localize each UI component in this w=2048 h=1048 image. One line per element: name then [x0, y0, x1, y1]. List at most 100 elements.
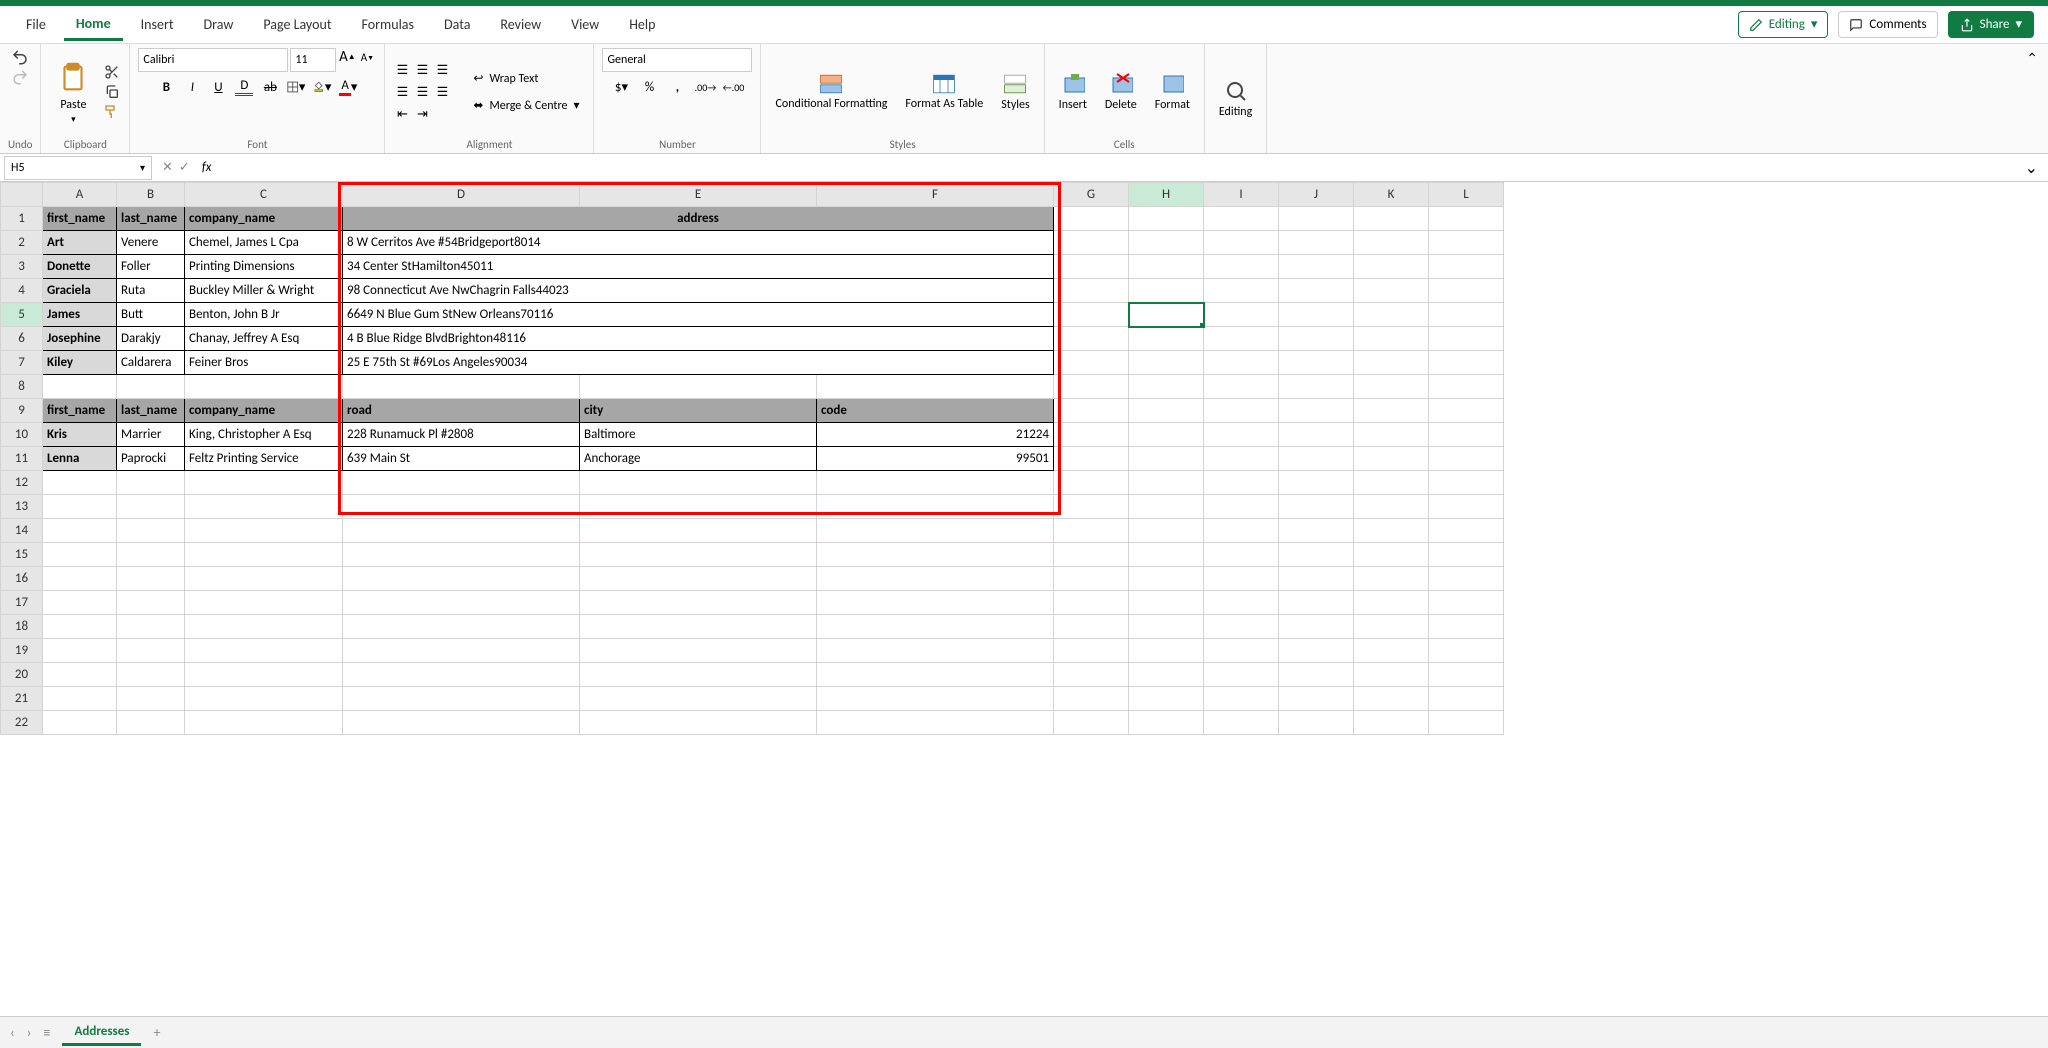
cell-A13[interactable]: [43, 495, 117, 519]
cell-H18[interactable]: [1129, 615, 1204, 639]
cell-L20[interactable]: [1429, 663, 1504, 687]
cell-A17[interactable]: [43, 591, 117, 615]
cell-I10[interactable]: [1204, 423, 1279, 447]
column-header-B[interactable]: B: [117, 183, 185, 207]
tab-formulas[interactable]: Formulas: [350, 10, 426, 39]
column-header-L[interactable]: L: [1429, 183, 1504, 207]
cell-L19[interactable]: [1429, 639, 1504, 663]
number-format-select[interactable]: [602, 48, 752, 72]
cell-L5[interactable]: [1429, 303, 1504, 327]
enter-formula-button[interactable]: ✓: [179, 160, 190, 175]
cell-C4[interactable]: Buckley Miller & Wright: [185, 279, 343, 303]
column-header-I[interactable]: I: [1204, 183, 1279, 207]
cancel-formula-button[interactable]: ✕: [162, 160, 173, 175]
cell-C22[interactable]: [185, 711, 343, 735]
cell-H4[interactable]: [1129, 279, 1204, 303]
increase-indent-button[interactable]: ⇥: [413, 105, 431, 123]
cell-F13[interactable]: [817, 495, 1054, 519]
cell-F11[interactable]: 99501: [817, 447, 1054, 471]
column-header-A[interactable]: A: [43, 183, 117, 207]
cell-H10[interactable]: [1129, 423, 1204, 447]
bold-button[interactable]: B: [157, 78, 175, 96]
cell-C1[interactable]: company_name: [185, 207, 343, 231]
cell-A22[interactable]: [43, 711, 117, 735]
merge-center-button[interactable]: ⬌Merge & Centre▾: [467, 96, 585, 115]
cell-D22[interactable]: [343, 711, 580, 735]
cell-J3[interactable]: [1279, 255, 1354, 279]
row-header-15[interactable]: 15: [1, 543, 43, 567]
cell-K12[interactable]: [1354, 471, 1429, 495]
cell-J11[interactable]: [1279, 447, 1354, 471]
row-header-8[interactable]: 8: [1, 375, 43, 399]
cell-B13[interactable]: [117, 495, 185, 519]
cell-L6[interactable]: [1429, 327, 1504, 351]
cell-F10[interactable]: 21224: [817, 423, 1054, 447]
cell-H9[interactable]: [1129, 399, 1204, 423]
cell-L17[interactable]: [1429, 591, 1504, 615]
borders-button[interactable]: ▾: [287, 78, 305, 96]
cell-J19[interactable]: [1279, 639, 1354, 663]
cell-H6[interactable]: [1129, 327, 1204, 351]
cell-G13[interactable]: [1054, 495, 1129, 519]
cell-E8[interactable]: [580, 375, 817, 399]
cell-K19[interactable]: [1354, 639, 1429, 663]
cell-H3[interactable]: [1129, 255, 1204, 279]
cell-I18[interactable]: [1204, 615, 1279, 639]
cell-L7[interactable]: [1429, 351, 1504, 375]
cell-G8[interactable]: [1054, 375, 1129, 399]
cell-C5[interactable]: Benton, John B Jr: [185, 303, 343, 327]
cell-K2[interactable]: [1354, 231, 1429, 255]
cell-B19[interactable]: [117, 639, 185, 663]
currency-button[interactable]: $▾: [612, 78, 630, 96]
cell-K21[interactable]: [1354, 687, 1429, 711]
row-header-7[interactable]: 7: [1, 351, 43, 375]
cell-D5[interactable]: 6649 N Blue Gum StNew Orleans70116: [343, 303, 1054, 327]
row-header-9[interactable]: 9: [1, 399, 43, 423]
cell-E9[interactable]: city: [580, 399, 817, 423]
cell-A19[interactable]: [43, 639, 117, 663]
cell-B2[interactable]: Venere: [117, 231, 185, 255]
cell-A14[interactable]: [43, 519, 117, 543]
cell-J13[interactable]: [1279, 495, 1354, 519]
cell-J2[interactable]: [1279, 231, 1354, 255]
cell-A20[interactable]: [43, 663, 117, 687]
cell-J21[interactable]: [1279, 687, 1354, 711]
cell-J10[interactable]: [1279, 423, 1354, 447]
cell-K17[interactable]: [1354, 591, 1429, 615]
cell-F20[interactable]: [817, 663, 1054, 687]
cell-K13[interactable]: [1354, 495, 1429, 519]
cell-B16[interactable]: [117, 567, 185, 591]
cell-H22[interactable]: [1129, 711, 1204, 735]
cell-J16[interactable]: [1279, 567, 1354, 591]
cell-F17[interactable]: [817, 591, 1054, 615]
cell-F8[interactable]: [817, 375, 1054, 399]
cell-I15[interactable]: [1204, 543, 1279, 567]
cell-G10[interactable]: [1054, 423, 1129, 447]
increase-decimal-button[interactable]: .00→: [696, 78, 714, 96]
name-box[interactable]: H5 ▾: [4, 156, 152, 180]
format-cells-button[interactable]: Format: [1149, 70, 1196, 114]
cell-E19[interactable]: [580, 639, 817, 663]
cell-B18[interactable]: [117, 615, 185, 639]
cell-K8[interactable]: [1354, 375, 1429, 399]
comma-button[interactable]: ,: [668, 78, 686, 96]
cell-H17[interactable]: [1129, 591, 1204, 615]
italic-button[interactable]: I: [183, 78, 201, 96]
all-sheets-button[interactable]: ≡: [44, 1024, 51, 1041]
cell-J17[interactable]: [1279, 591, 1354, 615]
align-left-button[interactable]: ☰: [393, 83, 411, 101]
cell-B14[interactable]: [117, 519, 185, 543]
cell-H11[interactable]: [1129, 447, 1204, 471]
row-header-19[interactable]: 19: [1, 639, 43, 663]
cell-B1[interactable]: last_name: [117, 207, 185, 231]
cell-B6[interactable]: Darakjy: [117, 327, 185, 351]
delete-cells-button[interactable]: Delete: [1099, 70, 1143, 114]
cell-G18[interactable]: [1054, 615, 1129, 639]
cell-B10[interactable]: Marrier: [117, 423, 185, 447]
tab-insert[interactable]: Insert: [129, 10, 186, 39]
cell-B4[interactable]: Ruta: [117, 279, 185, 303]
fill-color-button[interactable]: ▾: [313, 78, 331, 96]
cell-I7[interactable]: [1204, 351, 1279, 375]
increase-font-button[interactable]: A▲: [338, 48, 356, 66]
cell-H20[interactable]: [1129, 663, 1204, 687]
